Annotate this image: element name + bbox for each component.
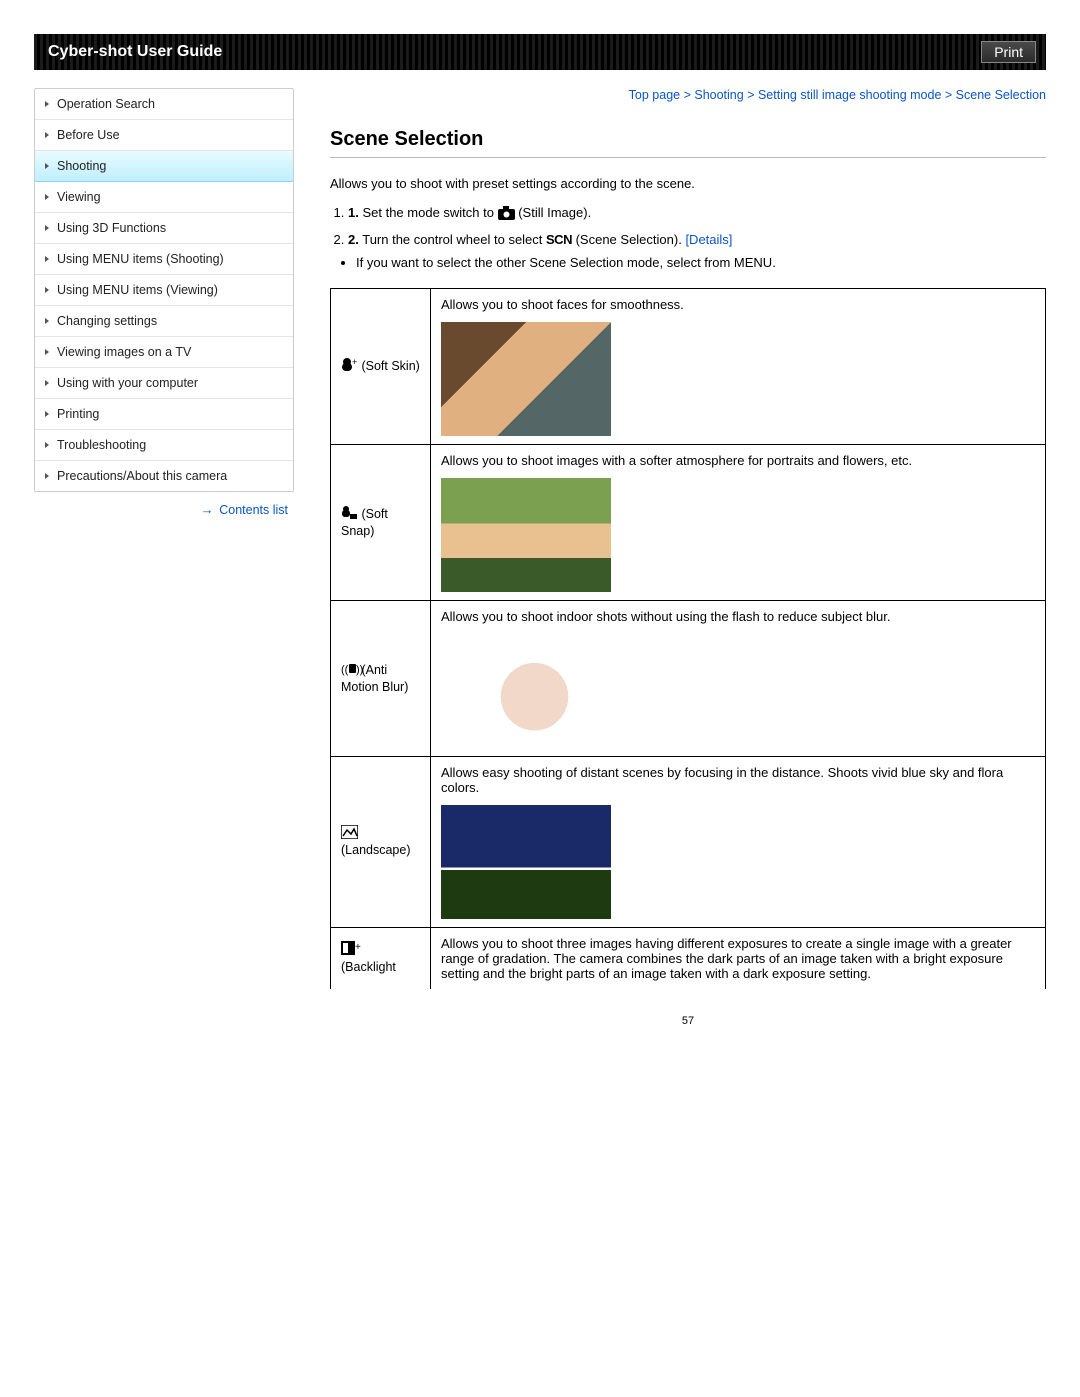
intro-text: Allows you to shoot with preset settings…	[330, 176, 1046, 191]
app-title: Cyber-shot User Guide	[48, 43, 222, 61]
nav-viewing[interactable]: Viewing	[35, 182, 293, 213]
scn-icon: SCN	[546, 232, 572, 247]
mode-desc: Allows you to shoot faces for smoothness…	[441, 297, 684, 312]
mode-desc: Allows you to shoot three images having …	[441, 936, 1012, 981]
step-2: 2. Turn the control wheel to select SCN …	[348, 230, 1046, 250]
nav-label: Troubleshooting	[57, 438, 146, 452]
mode-desc: Allows you to shoot images with a softer…	[441, 453, 912, 468]
crumb-top[interactable]: Top page	[629, 88, 680, 102]
sub-bullets: If you want to select the other Scene Se…	[356, 255, 1046, 270]
anti-blur-icon: (())	[341, 661, 358, 676]
mode-desc-cell: Allows you to shoot indoor shots without…	[431, 601, 1046, 757]
step-text: Set the mode switch to	[362, 205, 497, 220]
details-link[interactable]: [Details]	[685, 232, 732, 247]
mode-desc: Allows easy shooting of distant scenes b…	[441, 765, 1003, 795]
soft-skin-icon: +	[341, 357, 358, 372]
mode-label-cell: + (Soft Skin)	[331, 289, 431, 445]
crumb-current: Scene Selection	[956, 88, 1046, 102]
svg-text:+: +	[355, 942, 361, 953]
main-content: Top page > Shooting > Setting still imag…	[330, 88, 1046, 1027]
nav-3d[interactable]: Using 3D Functions	[35, 213, 293, 244]
nav-label: Using MENU items (Viewing)	[57, 283, 218, 297]
contents-list-link-row: → Contents list	[34, 492, 294, 517]
nav-operation-search[interactable]: Operation Search	[35, 89, 293, 120]
arrow-right-icon: →	[201, 502, 212, 517]
nav-before-use[interactable]: Before Use	[35, 120, 293, 151]
step-text: Turn the control wheel to select	[362, 232, 546, 247]
step-num: 1.	[348, 205, 359, 220]
nav-computer[interactable]: Using with your computer	[35, 368, 293, 399]
print-button[interactable]: Print	[981, 41, 1036, 63]
mode-row-backlight: + (Backlight Allows you to shoot three i…	[331, 928, 1046, 990]
mode-label-cell: (Landscape)	[331, 757, 431, 928]
mode-desc-cell: Allows easy shooting of distant scenes b…	[431, 757, 1046, 928]
landscape-icon	[341, 825, 358, 840]
sample-image	[441, 478, 611, 592]
camera-icon	[498, 206, 515, 226]
steps-list: 1. Set the mode switch to (Still Image).…	[348, 203, 1046, 249]
nav-label: Using MENU items (Shooting)	[57, 252, 224, 266]
nav-label: Printing	[57, 407, 99, 421]
soft-snap-icon	[341, 505, 358, 520]
nav-label: Viewing images on a TV	[57, 345, 191, 359]
nav-label: Shooting	[57, 159, 106, 173]
sample-image	[441, 634, 611, 748]
sample-image	[441, 805, 611, 919]
nav-label: Viewing	[57, 190, 101, 204]
page-number: 57	[330, 989, 1046, 1027]
step-1: 1. Set the mode switch to (Still Image).	[348, 203, 1046, 226]
sample-image	[441, 322, 611, 436]
nav-label: Operation Search	[57, 97, 155, 111]
mode-label-cell: (()) (Anti Motion Blur)	[331, 601, 431, 757]
crumb-shooting[interactable]: Shooting	[694, 88, 743, 102]
header: Cyber-shot User Guide Print	[34, 34, 1046, 70]
mode-desc-cell: Allows you to shoot images with a softer…	[431, 445, 1046, 601]
mode-row-landscape: (Landscape) Allows easy shooting of dist…	[331, 757, 1046, 928]
nav-label: Precautions/About this camera	[57, 469, 227, 483]
mode-row-soft-snap: (Soft Snap) Allows you to shoot images w…	[331, 445, 1046, 601]
nav-menu-shooting[interactable]: Using MENU items (Shooting)	[35, 244, 293, 275]
crumb-mode[interactable]: Setting still image shooting mode	[758, 88, 941, 102]
svg-text:((: ((	[341, 664, 349, 676]
mode-row-soft-skin: + (Soft Skin) Allows you to shoot faces …	[331, 289, 1046, 445]
nav-troubleshooting[interactable]: Troubleshooting	[35, 430, 293, 461]
mode-desc-cell: Allows you to shoot three images having …	[431, 928, 1046, 990]
nav-precautions[interactable]: Precautions/About this camera	[35, 461, 293, 491]
svg-text:+: +	[352, 357, 357, 367]
mode-row-anti-blur: (()) (Anti Motion Blur) Allows you to sh…	[331, 601, 1046, 757]
page-title: Scene Selection	[330, 128, 1046, 151]
mode-label: (Landscape)	[341, 843, 411, 857]
mode-label-cell: (Soft Snap)	[331, 445, 431, 601]
mode-label: (Backlight	[341, 960, 396, 974]
nav-label: Before Use	[57, 128, 120, 142]
nav-tv[interactable]: Viewing images on a TV	[35, 337, 293, 368]
sidebar: Operation Search Before Use Shooting Vie…	[34, 88, 294, 1027]
mode-label: (Soft Skin)	[358, 359, 420, 373]
step-text: (Still Image).	[518, 205, 591, 220]
mode-label-cell: + (Backlight	[331, 928, 431, 990]
nav-label: Changing settings	[57, 314, 157, 328]
nav-list: Operation Search Before Use Shooting Vie…	[34, 88, 294, 492]
nav-menu-viewing[interactable]: Using MENU items (Viewing)	[35, 275, 293, 306]
nav-label: Using 3D Functions	[57, 221, 166, 235]
contents-list-link[interactable]: Contents list	[219, 503, 288, 517]
step-num: 2.	[348, 232, 359, 247]
scene-modes-table: + (Soft Skin) Allows you to shoot faces …	[330, 288, 1046, 989]
divider	[330, 157, 1046, 158]
backlight-icon: +	[341, 941, 358, 956]
bullet-item: If you want to select the other Scene Se…	[356, 255, 1046, 270]
mode-desc: Allows you to shoot indoor shots without…	[441, 609, 890, 624]
nav-changing-settings[interactable]: Changing settings	[35, 306, 293, 337]
breadcrumb: Top page > Shooting > Setting still imag…	[330, 88, 1046, 102]
nav-printing[interactable]: Printing	[35, 399, 293, 430]
step-text: (Scene Selection).	[576, 232, 686, 247]
mode-desc-cell: Allows you to shoot faces for smoothness…	[431, 289, 1046, 445]
nav-label: Using with your computer	[57, 376, 198, 390]
nav-shooting[interactable]: Shooting	[35, 151, 293, 182]
